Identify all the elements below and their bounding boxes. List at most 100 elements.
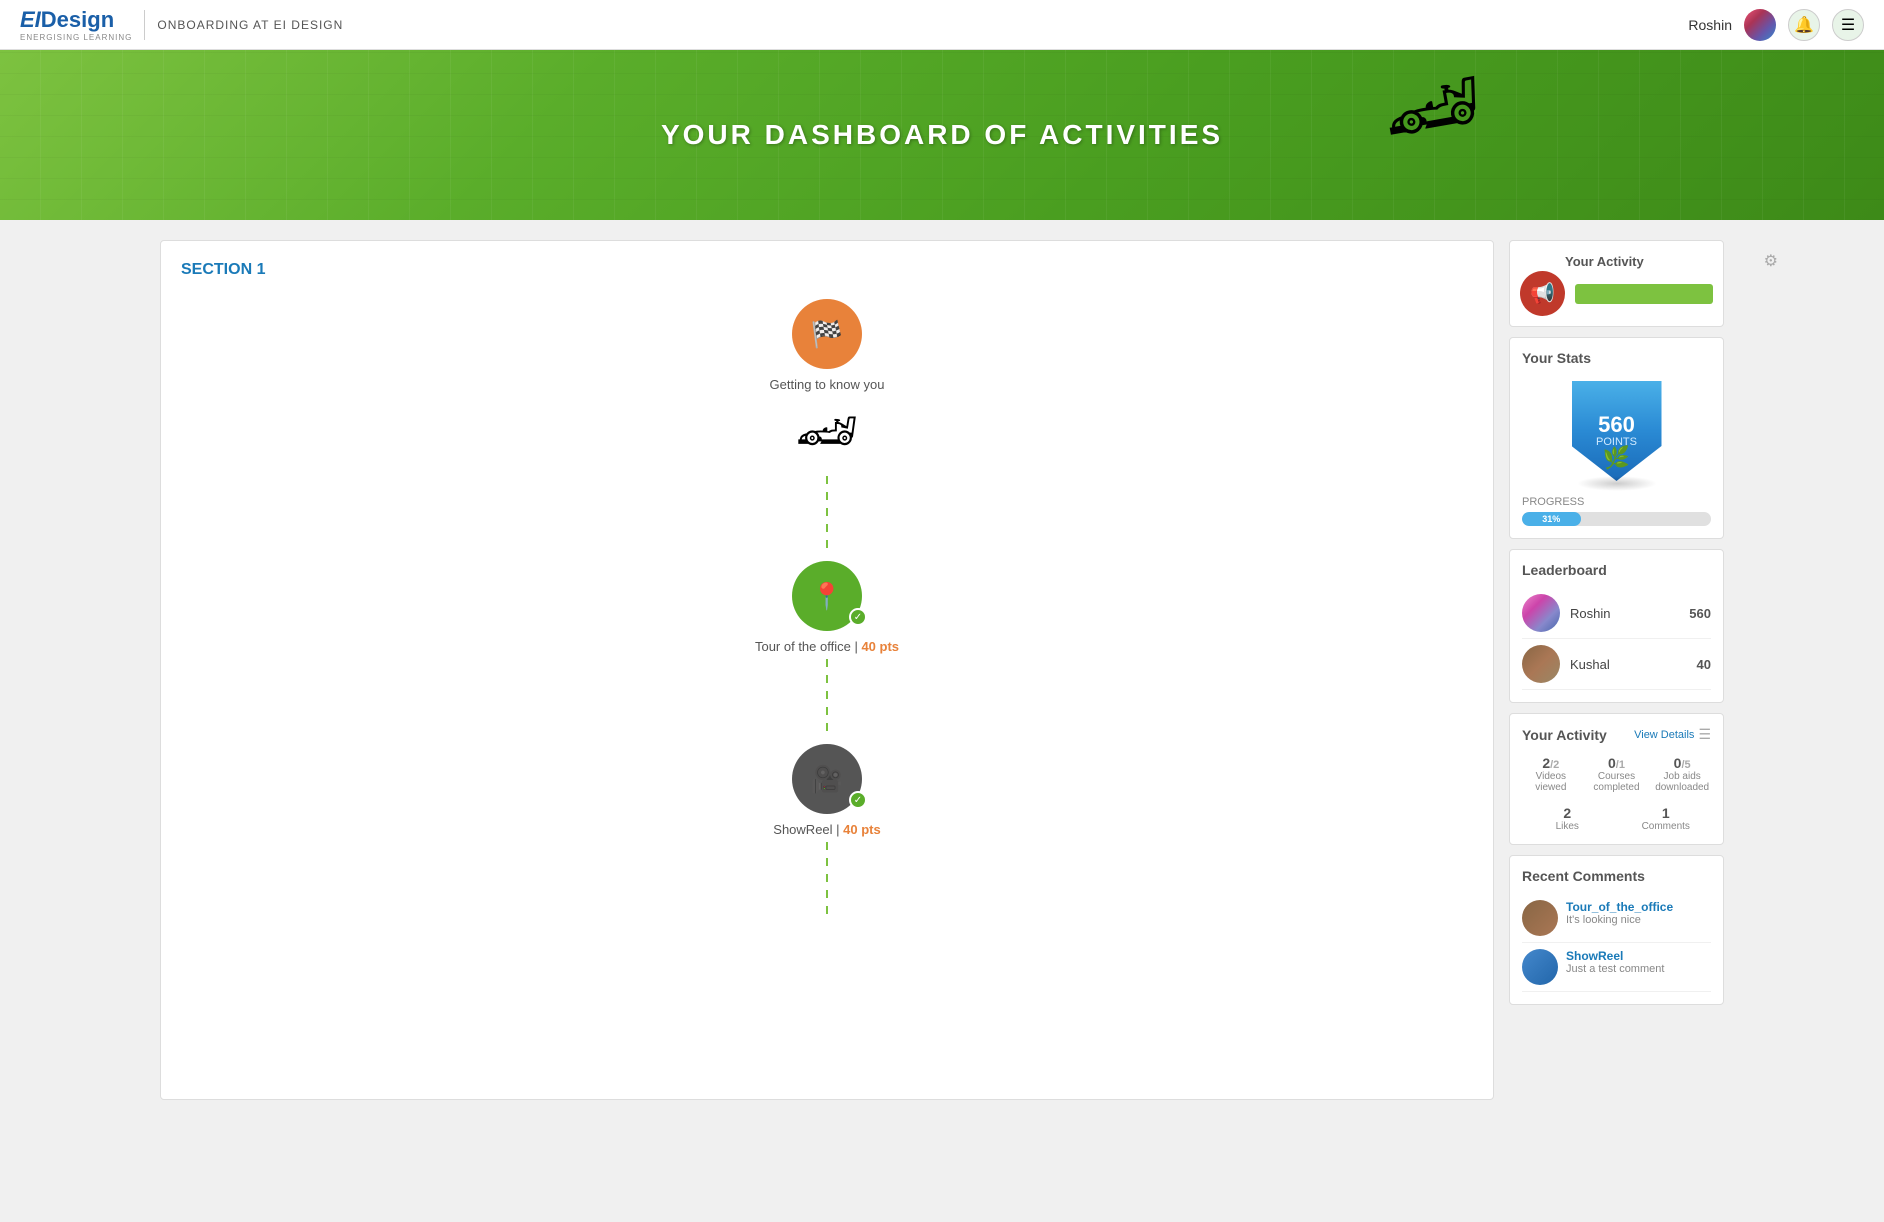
leaderboard-score-kushal: 40 — [1697, 657, 1711, 672]
stat-comments-value: 1 — [1621, 805, 1712, 821]
app-header: EI Design ENERGISING LEARNING ONBOARDING… — [0, 0, 1884, 50]
person-icon: 🏁 — [811, 319, 843, 350]
timeline: 🏁 Getting to know you 🏎 📍 ✓ — [181, 299, 1473, 927]
stat-courses-value: 0/1 — [1588, 755, 1646, 771]
stat-jobaid: 0/5 Job aids downloaded — [1653, 755, 1711, 793]
location-icon: 📍 — [811, 581, 843, 612]
leaderboard-score-roshin: 560 — [1689, 606, 1711, 621]
stat-videos-value: 2/2 — [1522, 755, 1580, 771]
points-value: 560 — [1598, 414, 1635, 436]
node-wrapper-2: 📍 ✓ — [792, 561, 862, 631]
shield-container: 560 POINTS 🌿 — [1522, 376, 1711, 486]
timeline-line-1 — [826, 476, 828, 556]
hero-title: YOUR DASHBOARD OF ACTIVITIES — [661, 119, 1223, 151]
left-panel: SECTION 1 🏁 Getting to know you 🏎 — [160, 240, 1494, 1100]
logo-tagline: ENERGISING LEARNING — [20, 33, 132, 42]
leaderboard-card: Leaderboard Roshin 560 Kushal 40 — [1509, 549, 1724, 703]
comment-text-2: Just a test comment — [1566, 963, 1664, 975]
timeline-line-2 — [826, 659, 828, 739]
pts-2: 40 pts — [861, 639, 899, 654]
stat-courses: 0/1 Courses completed — [1588, 755, 1646, 793]
timeline-item-3: 🎥 ✓ ShowReel | 40 pts — [773, 744, 880, 837]
node-label-3: ShowReel | 40 pts — [773, 822, 880, 837]
leaderboard-avatar-kushal — [1522, 645, 1560, 683]
logo-design: Design — [41, 7, 114, 33]
stat-jobaid-value: 0/5 — [1653, 755, 1711, 771]
race-car-track: 🏎 — [795, 402, 858, 461]
stat-likes: 2 Likes — [1522, 805, 1613, 832]
node-label-2: Tour of the office | 40 pts — [755, 639, 899, 654]
main-content: SECTION 1 🏁 Getting to know you 🏎 — [0, 220, 1884, 1120]
your-stats-card: Your Stats 560 POINTS 🌿 PROGRESS 31% — [1509, 337, 1724, 539]
activity-stats-grid: 2/2 Videos viewed 0/1 Courses completed … — [1522, 755, 1711, 793]
leaderboard-name-roshin: Roshin — [1570, 606, 1679, 621]
progress-bar-background: 31% — [1522, 512, 1711, 526]
comment-link-2[interactable]: ShowReel — [1566, 949, 1664, 963]
logo: EI Design ENERGISING LEARNING — [20, 7, 132, 42]
bell-icon: 🔔 — [1794, 15, 1814, 35]
header-title: ONBOARDING AT EI DESIGN — [157, 18, 343, 32]
right-panel: 📢 Your Activity ⚙ Your Stats 560 POINTS … — [1509, 240, 1724, 1100]
timeline-item-2: 📍 ✓ Tour of the office | 40 pts — [755, 561, 899, 654]
node-wrapper-3: 🎥 ✓ — [792, 744, 862, 814]
progress-label: PROGRESS — [1522, 496, 1711, 508]
check-badge-3: ✓ — [849, 791, 867, 809]
comment-row-2: ShowReel Just a test comment — [1522, 943, 1711, 992]
stat-courses-desc: Courses completed — [1588, 771, 1646, 793]
node-1: 🏁 Getting to know you — [770, 299, 885, 392]
your-activity-card: Your Activity View Details ☰ 2/2 Videos … — [1509, 713, 1724, 845]
megaphone-icon: 📢 — [1530, 281, 1555, 306]
shield-shadow — [1577, 476, 1657, 491]
film-icon: 🎥 — [811, 764, 843, 795]
leaderboard-row-kushal: Kushal 40 — [1522, 639, 1711, 690]
node-3: 🎥 ✓ ShowReel | 40 pts — [773, 744, 880, 837]
header-right: Roshin 🔔 ☰ — [1688, 9, 1864, 41]
progress-section: PROGRESS 31% — [1522, 496, 1711, 526]
race-car-decoration: 🏎 — [1375, 52, 1491, 162]
settings-gear-icon[interactable]: ⚙ — [1764, 251, 1778, 271]
leaderboard-title: Leaderboard — [1522, 562, 1711, 578]
header-left: EI Design ENERGISING LEARNING ONBOARDING… — [20, 7, 343, 42]
notification-bell-button[interactable]: 🔔 — [1788, 9, 1820, 41]
comment-row-1: Tour_of_the_office It's looking nice — [1522, 894, 1711, 943]
shield-outer: 560 POINTS 🌿 — [1569, 376, 1664, 486]
stat-videos: 2/2 Videos viewed — [1522, 755, 1580, 793]
activity-green-bar — [1575, 284, 1713, 304]
timeline-line-3 — [826, 842, 828, 922]
activity-top-header: Your Activity ⚙ — [1565, 251, 1778, 271]
node-label-1: Getting to know you — [770, 377, 885, 392]
activity-card-title: Your Activity — [1522, 727, 1607, 743]
user-name: Roshin — [1688, 17, 1732, 33]
hamburger-icon: ☰ — [1841, 15, 1855, 35]
leaderboard-row-roshin: Roshin 560 — [1522, 588, 1711, 639]
hero-banner: YOUR DASHBOARD OF ACTIVITIES 🏎 — [0, 50, 1884, 220]
stats-title: Your Stats — [1522, 350, 1711, 366]
recent-comments-title: Recent Comments — [1522, 868, 1711, 884]
node-circle-1[interactable]: 🏁 — [792, 299, 862, 369]
avatar[interactable] — [1744, 9, 1776, 41]
stat-likes-value: 2 — [1522, 805, 1613, 821]
comment-text-1: It's looking nice — [1566, 914, 1673, 926]
comment-avatar-2 — [1522, 949, 1558, 985]
your-activity-label: Your Activity — [1565, 254, 1644, 269]
section-title: SECTION 1 — [181, 261, 1473, 279]
logo-ei: EI — [20, 7, 41, 33]
activity-stats2-grid: 2 Likes 1 Comments — [1522, 805, 1711, 832]
view-details-link[interactable]: View Details — [1634, 729, 1694, 741]
list-view-icon[interactable]: ☰ — [1698, 726, 1711, 743]
node-2: 📍 ✓ Tour of the office | 40 pts — [755, 561, 899, 654]
activity-card-header: Your Activity View Details ☰ — [1522, 726, 1711, 743]
leaderboard-avatar-roshin — [1522, 594, 1560, 632]
progress-bar-fill: 31% — [1522, 512, 1581, 526]
comment-avatar-1 — [1522, 900, 1558, 936]
header-divider — [144, 10, 145, 40]
comment-link-1[interactable]: Tour_of_the_office — [1566, 900, 1673, 914]
comment-content-1: Tour_of_the_office It's looking nice — [1566, 900, 1673, 936]
activity-top-card: 📢 Your Activity ⚙ — [1509, 240, 1724, 327]
timeline-item-1: 🏁 Getting to know you — [770, 299, 885, 392]
stat-likes-desc: Likes — [1522, 821, 1613, 832]
comment-content-2: ShowReel Just a test comment — [1566, 949, 1664, 985]
menu-button[interactable]: ☰ — [1832, 9, 1864, 41]
check-badge-2: ✓ — [849, 608, 867, 626]
recent-comments-card: Recent Comments Tour_of_the_office It's … — [1509, 855, 1724, 1005]
